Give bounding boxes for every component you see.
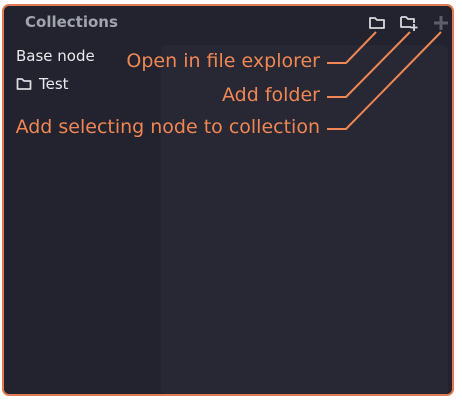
collections-panel: Collections Base node Test: [2, 4, 454, 396]
folder-icon: [369, 17, 385, 29]
plus-icon: [434, 16, 448, 30]
tree-item-test[interactable]: Test: [16, 75, 69, 93]
tree-item-label: Base node: [16, 47, 95, 65]
tree-item-label: Test: [39, 75, 69, 93]
panel-title: Collections: [25, 13, 118, 31]
collection-content-area[interactable]: [161, 45, 448, 394]
add-folder-button[interactable]: [397, 11, 421, 35]
add-node-to-collection-button[interactable]: [429, 11, 452, 35]
tree-item-base-node[interactable]: Base node: [16, 47, 95, 65]
folder-plus-icon: [400, 16, 418, 31]
folder-icon: [16, 78, 32, 90]
open-in-file-explorer-button[interactable]: [365, 11, 389, 35]
